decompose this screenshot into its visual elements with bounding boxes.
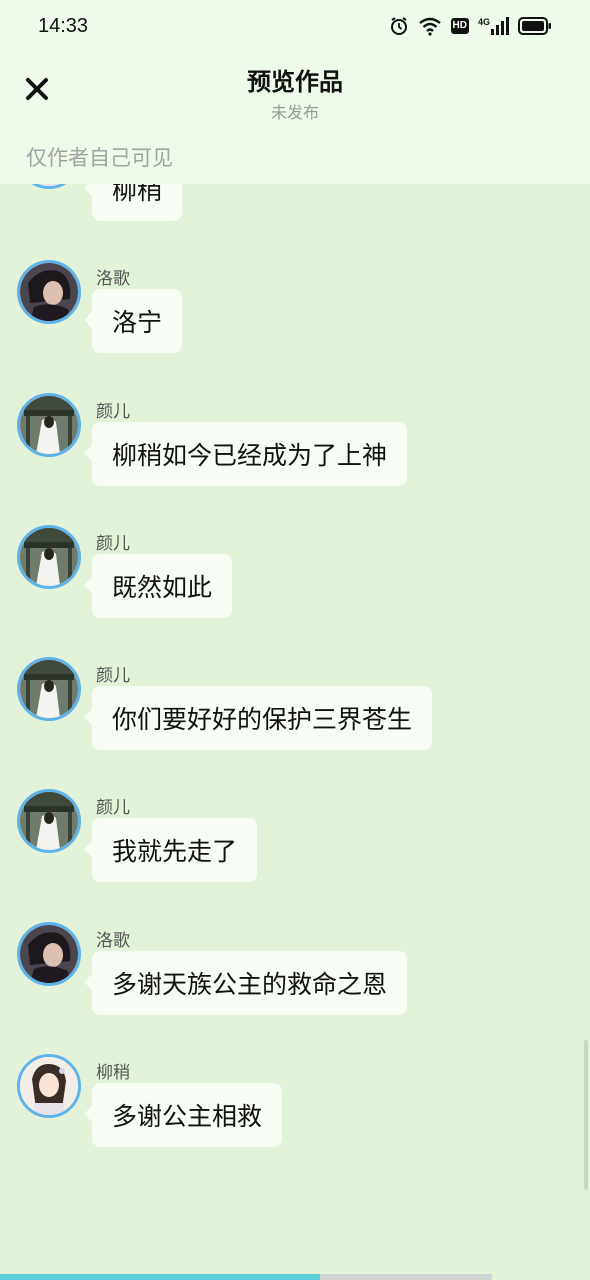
message-text: 多谢天族公主的救命之恩 xyxy=(112,970,388,999)
message-text: 既然如此 xyxy=(112,573,213,602)
avatar-yaner-image xyxy=(20,396,78,454)
sender-name: 颜儿 xyxy=(96,402,130,422)
avatar-luoge-image xyxy=(20,263,78,321)
chat-list[interactable]: 柳稍 洛歌 洛宁 颜儿 柳稍如今已经成为了上神 颜儿 既然如此 颜儿 你们要好好… xyxy=(0,0,590,1280)
avatar-yaner-image xyxy=(20,660,78,718)
message-bubble[interactable]: 既然如此 xyxy=(83,554,233,618)
avatar[interactable] xyxy=(17,657,81,721)
status-bar: 14:33 HD 4G xyxy=(0,0,590,52)
status-icons: HD 4G xyxy=(389,16,552,36)
sender-name: 颜儿 xyxy=(96,798,130,818)
message-text: 你们要好好的保护三界苍生 xyxy=(112,705,413,734)
avatar[interactable] xyxy=(17,1054,81,1118)
page-title: 预览作品 xyxy=(247,68,343,96)
progress-fill xyxy=(0,1274,320,1280)
avatar-yaner-image xyxy=(20,792,78,850)
message-text: 柳稍如今已经成为了上神 xyxy=(112,441,388,470)
message-bubble[interactable]: 你们要好好的保护三界苍生 xyxy=(83,686,433,750)
sender-name: 颜儿 xyxy=(96,666,130,686)
sender-name: 洛歌 xyxy=(96,269,130,289)
sender-name: 柳稍 xyxy=(96,1063,130,1083)
header: 预览作品 未发布 仅作者自己可见 xyxy=(0,52,590,184)
avatar-luoge-image xyxy=(20,925,78,983)
scrollbar[interactable] xyxy=(584,1040,588,1190)
network-label: 4G xyxy=(477,17,490,27)
battery-icon xyxy=(518,17,552,35)
avatar[interactable] xyxy=(17,525,81,589)
signal-4g-icon: 4G xyxy=(478,17,509,35)
message-bubble[interactable]: 多谢公主相救 xyxy=(83,1083,283,1147)
hd-icon: HD xyxy=(450,18,469,34)
alarm-icon xyxy=(389,16,409,36)
avatar[interactable] xyxy=(17,393,81,457)
message-text: 我就先走了 xyxy=(112,837,238,866)
wifi-icon xyxy=(418,16,442,36)
avatar-yaner-image xyxy=(20,528,78,586)
visibility-note: 仅作者自己可见 xyxy=(26,146,173,170)
message-bubble[interactable]: 洛宁 xyxy=(83,289,183,353)
publish-status: 未发布 xyxy=(270,103,319,122)
avatar[interactable] xyxy=(17,260,81,324)
avatar-liushao-image xyxy=(20,1057,78,1115)
message-bubble[interactable]: 我就先走了 xyxy=(83,818,258,882)
progress-bar xyxy=(0,1274,492,1280)
status-time: 14:33 xyxy=(38,14,89,37)
message-bubble[interactable]: 多谢天族公主的救命之恩 xyxy=(83,951,408,1015)
message-text: 多谢公主相救 xyxy=(112,1102,263,1131)
avatar[interactable] xyxy=(17,789,81,853)
sender-name: 洛歌 xyxy=(96,931,130,951)
message-text: 洛宁 xyxy=(112,308,163,337)
avatar[interactable] xyxy=(17,922,81,986)
message-bubble[interactable]: 柳稍如今已经成为了上神 xyxy=(83,422,408,486)
sender-name: 颜儿 xyxy=(96,534,130,554)
